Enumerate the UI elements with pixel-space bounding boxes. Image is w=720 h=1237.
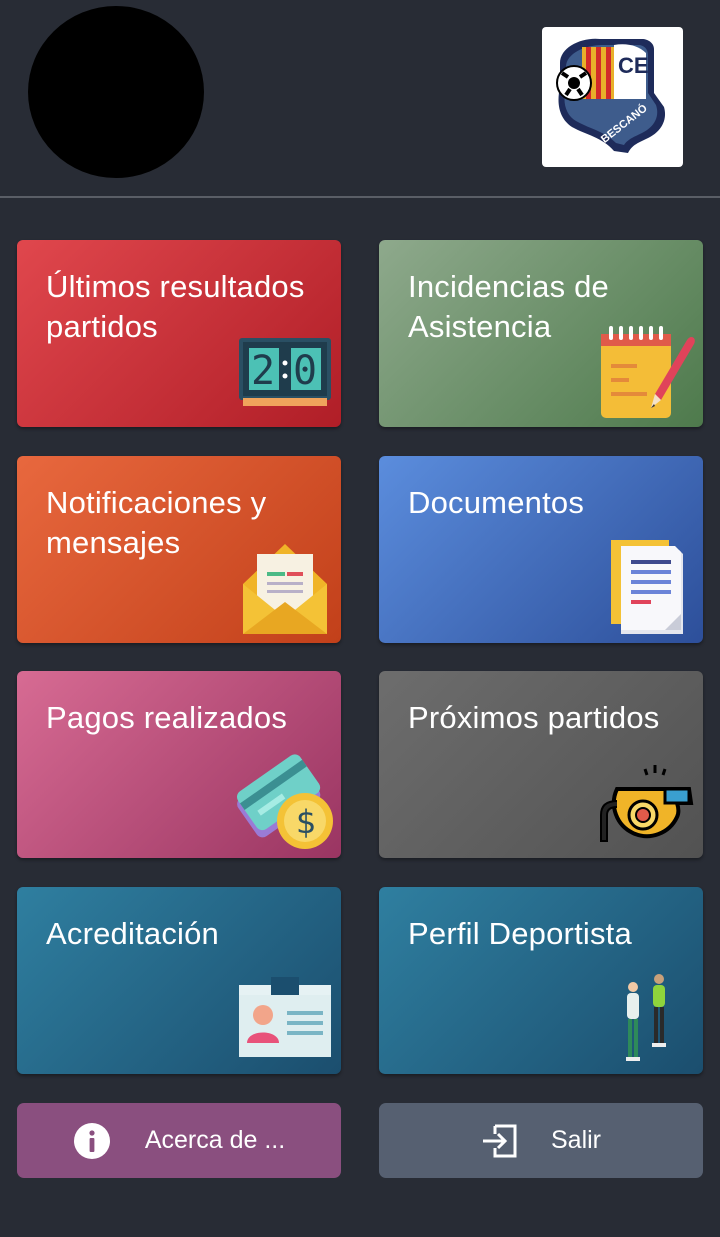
header-divider [0,196,720,198]
crest-letters: CE [618,53,649,78]
tile-label: Pagos realizados [46,700,288,735]
tile-athlete-profile[interactable]: Perfil Deportista [379,887,703,1074]
info-icon [73,1122,111,1160]
svg-text:0: 0 [293,348,317,394]
tile-label: Próximos partidos [408,700,660,735]
notepad-pen-icon [601,326,695,418]
exit-button[interactable]: Salir [379,1103,703,1178]
svg-text:2: 2 [251,348,275,394]
tile-attendance-incidents[interactable]: Incidencias de Asistencia [379,240,703,427]
athletes-icon [626,974,666,1061]
tile-payments[interactable]: Pagos realizados $ [17,671,341,858]
documents-icon [611,540,683,634]
tile-label: Acreditación [46,916,219,951]
tile-notifications-messages[interactable]: Notificaciones y mensajes [17,456,341,643]
exit-icon [481,1122,519,1160]
id-badge-icon [239,977,331,1057]
user-avatar[interactable] [28,6,204,178]
about-button[interactable]: Acerca de ... [17,1103,341,1178]
tile-accreditation[interactable]: Acreditación [17,887,341,1074]
club-logo: CE BESCANÓ [542,27,683,167]
card-coin-icon: $ [236,754,333,849]
scoreboard-icon: 2 0 [239,338,331,406]
app-header: CE BESCANÓ [0,0,720,196]
tile-upcoming-matches[interactable]: Próximos partidos [379,671,703,858]
tile-label: Perfil Deportista [408,916,632,951]
club-crest-icon: CE BESCANÓ [556,38,666,153]
coin-symbol: $ [296,803,316,841]
tile-label: Últimos resultados partidos [46,269,305,344]
tile-latest-results[interactable]: Últimos resultados partidos 2 0 [17,240,341,427]
tile-documents[interactable]: Documentos [379,456,703,643]
envelope-icon [243,544,327,634]
about-button-label: Acerca de ... [144,1126,286,1154]
exit-button-label: Salir [550,1126,601,1154]
whistle-icon [600,765,694,842]
tile-label: Documentos [408,485,585,520]
